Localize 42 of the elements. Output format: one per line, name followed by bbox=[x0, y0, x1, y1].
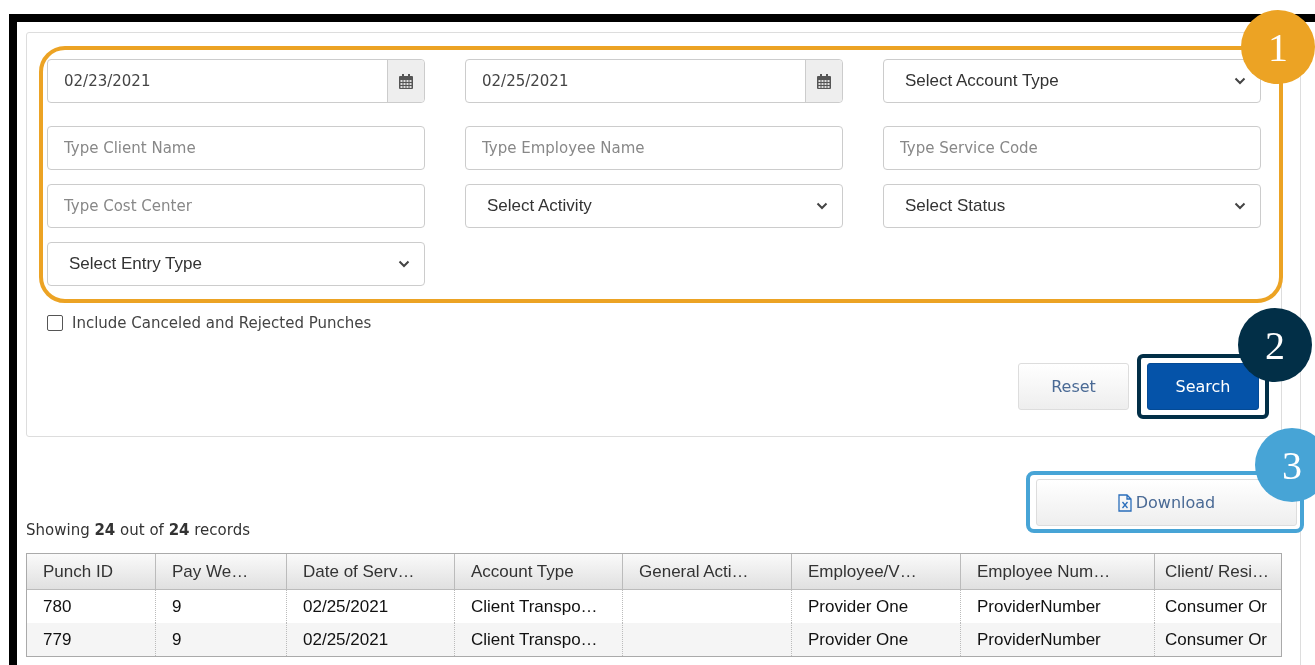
table-cell: 9 bbox=[156, 623, 287, 656]
download-button[interactable]: Download bbox=[1036, 479, 1297, 526]
column-header[interactable]: Account Type bbox=[455, 554, 623, 589]
input-field[interactable]: Type Service Code bbox=[883, 126, 1261, 170]
column-header[interactable]: Employee/V… bbox=[792, 554, 961, 589]
column-header[interactable]: Employee Num… bbox=[961, 554, 1155, 589]
checkbox-label: Include Canceled and Rejected Punches bbox=[72, 314, 372, 332]
column-header[interactable]: Pay We… bbox=[156, 554, 287, 589]
table-cell: Client Transpo… bbox=[455, 623, 623, 656]
dropdown[interactable]: Select Entry Type bbox=[47, 242, 425, 286]
column-header[interactable]: Client/ Resi… bbox=[1155, 554, 1280, 589]
table-cell: 779 bbox=[27, 623, 156, 656]
dropdown[interactable]: Select Activity bbox=[465, 184, 843, 228]
dropdown[interactable]: Select Account Type bbox=[883, 59, 1261, 103]
column-header[interactable]: Date of Serv… bbox=[287, 554, 455, 589]
table-cell-text: Consumer Or bbox=[1164, 595, 1269, 618]
table-cell-text: Consumer Or bbox=[1164, 628, 1269, 651]
calendar-icon bbox=[817, 73, 831, 89]
date-field[interactable]: 02/23/2021 bbox=[47, 59, 425, 103]
input-field[interactable]: Type Employee Name bbox=[465, 126, 843, 170]
spreadsheet-file-icon bbox=[1117, 493, 1132, 512]
chevron-down-icon bbox=[816, 202, 828, 210]
table-cell: ProviderNumber bbox=[961, 623, 1155, 656]
calendar-icon bbox=[399, 73, 413, 89]
table-cell: 02/25/2021 bbox=[287, 623, 455, 656]
chevron-down-icon bbox=[398, 260, 410, 268]
records-summary: Showing 24 out of 24 records bbox=[26, 521, 250, 539]
input-field[interactable]: Type Client Name bbox=[47, 126, 425, 170]
checkbox[interactable] bbox=[47, 315, 63, 331]
reset-button[interactable]: Reset bbox=[1018, 363, 1129, 410]
chevron-down-icon bbox=[1234, 202, 1246, 210]
chevron-down-icon bbox=[1234, 77, 1246, 85]
column-header[interactable]: Punch ID bbox=[27, 554, 156, 589]
column-header[interactable]: General Acti… bbox=[623, 554, 792, 589]
step-number-badge: 3 bbox=[1255, 428, 1315, 502]
search-button[interactable]: Search bbox=[1147, 363, 1259, 410]
table-cell: Provider One bbox=[792, 623, 961, 656]
step-number-badge: 1 bbox=[1241, 10, 1315, 84]
input-field[interactable]: Type Cost Center bbox=[47, 184, 425, 228]
step-number-badge: 2 bbox=[1238, 308, 1312, 382]
dropdown[interactable]: Select Status bbox=[883, 184, 1261, 228]
date-field[interactable]: 02/25/2021 bbox=[465, 59, 843, 103]
